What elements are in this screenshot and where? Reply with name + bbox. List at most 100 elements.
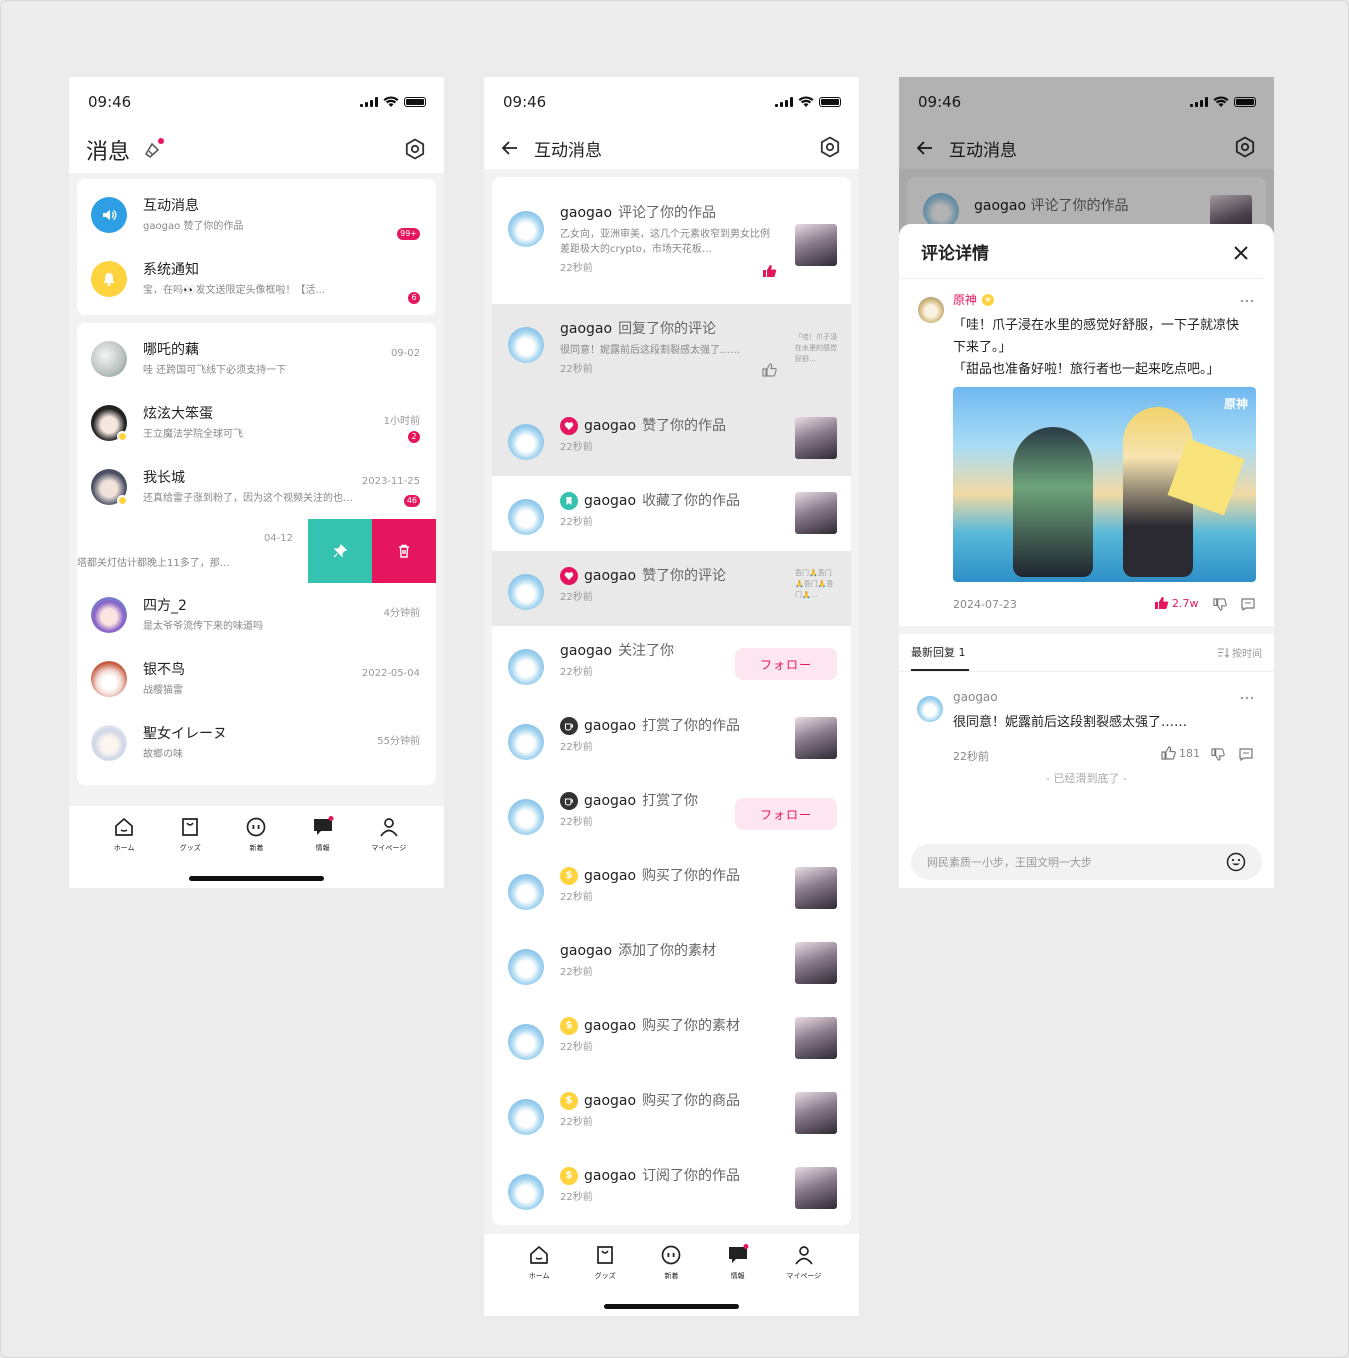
chat-row[interactable]: 聖女イレーヌ 故郷の味 55分钟前 [77,711,436,775]
nav-mypage[interactable]: マイページ [365,816,413,888]
interaction-item[interactable]: $ gaogao 订阅了你的作品 22秒前 [492,1151,851,1225]
reply-icon[interactable] [1239,748,1253,761]
work-thumbnail[interactable] [795,1167,837,1209]
work-thumbnail[interactable] [795,1017,837,1059]
user-name[interactable]: gaogao [584,1166,636,1186]
settings-icon[interactable] [404,138,426,160]
user-name[interactable]: gaogao [584,491,636,511]
interaction-messages-row[interactable]: 互动消息 gaogao 赞了你的作品 99+ [77,183,436,247]
reply-like-button[interactable]: 181 [1161,746,1200,760]
chat-row-swiped[interactable]: 04-12 塔都关灯估计都晚上11多了，那… [77,519,436,583]
user-name[interactable]: gaogao [560,641,612,661]
work-thumbnail[interactable] [795,224,837,266]
action-text: 关注了你 [618,643,675,659]
wifi-icon [798,96,814,107]
clean-icon[interactable] [142,138,165,160]
reply-icon[interactable] [1241,598,1255,611]
user-name[interactable]: gaogao [584,791,636,811]
interaction-item[interactable]: $ gaogao 购买了你的作品 22秒前 [492,851,851,926]
chat-icon [313,816,334,835]
avatar[interactable] [508,211,544,247]
interaction-item[interactable]: gaogao 回复了你的评论 很同意！妮露前后这段割裂感太强了…… 22秒前 「哇！爪子… [492,304,851,401]
interaction-item[interactable]: gaogao 收藏了你的作品 22秒前 [492,476,851,551]
avatar[interactable] [508,799,544,835]
avatar[interactable] [508,724,544,760]
back-arrow-icon[interactable] [500,138,520,158]
action-text: 评论了你的作品 [618,205,717,221]
close-icon[interactable] [1234,246,1248,260]
settings-icon[interactable] [819,136,841,158]
interaction-item[interactable]: gaogao 打赏了你 22秒前 フォロー [492,776,851,851]
chat-name: 四方_2 [143,597,187,614]
avatar[interactable] [508,1099,544,1135]
interaction-item[interactable]: $ gaogao 购买了你的商品 22秒前 [492,1076,851,1151]
work-thumbnail[interactable] [795,492,837,534]
pin-button[interactable] [308,519,372,583]
interaction-time: 22秒前 [560,442,593,453]
work-thumbnail[interactable] [795,867,837,909]
user-name[interactable]: gaogao [560,319,612,339]
delete-button[interactable] [372,519,436,583]
unread-badge: 6 [408,292,420,304]
user-name[interactable]: gaogao [584,416,636,436]
avatar[interactable] [508,424,544,460]
interaction-item[interactable]: gaogao 赞了你的作品 22秒前 [492,401,851,476]
avatar[interactable] [508,574,544,610]
avatar[interactable] [508,327,544,363]
chat-row[interactable]: 炫泫大笨蛋 王立魔法学院全球可飞 1小时前 2 [77,391,436,455]
comment-image[interactable]: 原神 [953,387,1256,582]
system-notice-row[interactable]: 系统通知 宝，在吗👀发文送限定头像框啦！【活... 6 [77,247,436,311]
sort-label: 按时间 [1232,649,1262,660]
user-name[interactable]: gaogao [584,1016,636,1036]
more-icon[interactable] [1240,299,1254,303]
user-name[interactable]: gaogao [584,1091,636,1111]
nav-home[interactable]: ホーム [515,1244,563,1316]
interaction-time: 22秒前 [560,364,593,375]
avatar[interactable] [508,649,544,685]
user-name[interactable]: gaogao [584,716,636,736]
sort-button[interactable]: 按时间 [1217,645,1262,660]
avatar[interactable] [508,1174,544,1210]
avatar[interactable] [508,499,544,535]
nav-home[interactable]: ホーム [100,816,148,888]
follow-button[interactable]: フォロー [735,648,837,680]
chat-row[interactable]: 四方_2 是太爷爷流传下来的味道吗 4分钟前 [77,583,436,647]
chat-preview: 还真给雷子涨到粉了，因为这个视频关注的也… [143,492,353,504]
work-thumbnail[interactable] [795,417,837,459]
emoji-icon[interactable] [1226,852,1246,872]
interaction-item[interactable]: gaogao 赞了你的评论 22秒前 吾门🙏吾门🙏吾门🙏吾门🙏… [492,551,851,626]
interaction-title: gaogao 赞了你的评论 [560,566,773,586]
like-icon[interactable] [762,362,777,381]
thumbs-down-icon[interactable] [1211,748,1225,761]
chat-row[interactable]: 银不鸟 战樱猫雷 2022-05-04 [77,647,436,711]
avatar[interactable] [508,874,544,910]
like-button[interactable]: 2.7w [1154,596,1199,610]
interaction-item[interactable]: gaogao 添加了你的素材 22秒前 [492,926,851,1001]
chat-name: 哪吒的藕 [143,341,199,358]
quoted-comment[interactable]: 吾门🙏吾门🙏吾门🙏吾门🙏… [795,568,837,610]
tab-latest-replies[interactable]: 最新回复 1 [911,634,969,671]
avatar[interactable] [508,949,544,985]
chat-row[interactable]: 我长城 还真给雷子涨到粉了，因为这个视频关注的也… 2023-11-25 46 [77,455,436,519]
avatar[interactable] [508,1024,544,1060]
avatar [91,661,127,697]
thumbs-down-icon[interactable] [1213,598,1227,611]
more-icon[interactable] [1240,696,1254,700]
chat-row[interactable]: 哪吒的藕哇 还跨国可飞线下必须支持一下 09-02 [77,327,436,391]
like-icon[interactable] [762,263,777,282]
user-name[interactable]: gaogao [560,941,612,961]
comment-input[interactable]: 网民素质一小步，王国文明一大步 [911,844,1262,880]
interaction-item[interactable]: gaogao 关注了你 22秒前 フォロー [492,626,851,701]
follow-button[interactable]: フォロー [735,798,837,830]
user-name[interactable]: gaogao [560,203,612,223]
interaction-item[interactable]: gaogao 打赏了你的作品 22秒前 [492,701,851,776]
interaction-item[interactable]: $ gaogao 购买了你的素材 22秒前 [492,1001,851,1076]
nav-mypage[interactable]: マイページ [780,1244,828,1316]
work-thumbnail[interactable] [795,942,837,984]
work-thumbnail[interactable] [795,717,837,759]
interaction-item[interactable]: gaogao 评论了你的作品 乙女向，亚洲审美，这几个元素收窄到男女比例差距极大的c… [492,183,851,304]
quoted-comment[interactable]: 「哇！爪子浸在水里的感觉好舒… [795,332,837,374]
user-name[interactable]: gaogao [584,566,636,586]
user-name[interactable]: gaogao [584,866,636,886]
work-thumbnail[interactable] [795,1092,837,1134]
